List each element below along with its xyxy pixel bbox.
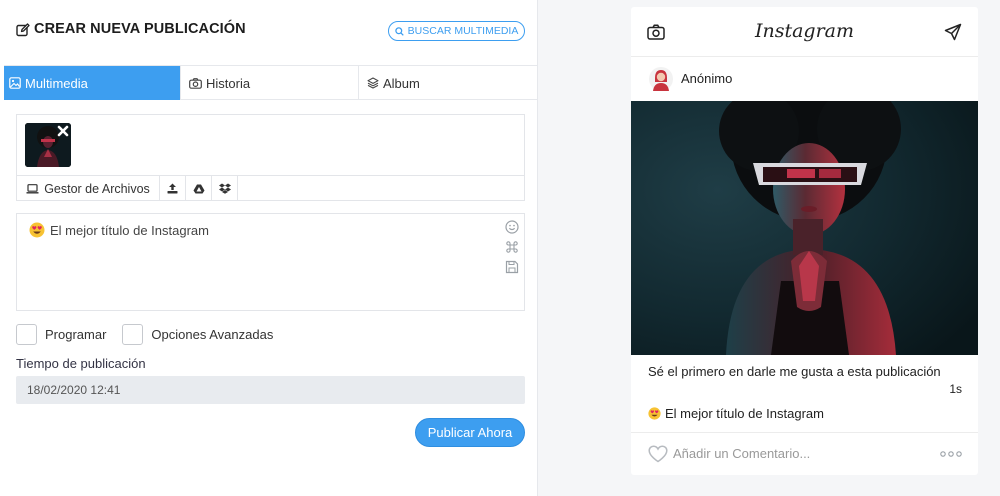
likes-text: Sé el primero en darle me gusta a esta p… [648, 364, 941, 379]
tab-historia-label: Historia [206, 75, 251, 91]
page-title: CREAR NUEVA PUBLICACIÓN [34, 21, 246, 37]
image-icon [9, 77, 21, 89]
edit-icon [16, 23, 30, 37]
tab-multimedia-label: Multimedia [25, 75, 88, 91]
comment-row [631, 433, 978, 475]
more-options-icon[interactable] [940, 451, 962, 457]
media-box: Gestor de Archivos [16, 114, 525, 201]
publish-time-label: Tiempo de publicación [16, 356, 146, 371]
save-icon[interactable] [505, 260, 519, 274]
heart-eyes-emoji [648, 407, 661, 420]
laptop-icon [26, 183, 39, 194]
caption-tools [505, 220, 519, 274]
remove-media-icon[interactable] [57, 125, 69, 137]
panel-header: CREAR NUEVA PUBLICACIÓN BUSCAR MULTIMEDI… [0, 0, 538, 64]
upload-button[interactable] [160, 176, 186, 201]
avatar [649, 66, 673, 92]
layers-icon [367, 77, 379, 89]
caption-content[interactable]: El mejor título de Instagram [29, 222, 209, 238]
media-toolbar: Gestor de Archivos [17, 175, 524, 201]
post-author: Anónimo [631, 57, 978, 101]
send-icon [944, 23, 962, 41]
post-caption-text: El mejor título de Instagram [665, 406, 824, 421]
heart-eyes-emoji [29, 222, 45, 238]
search-media-label: BUSCAR MULTIMEDIA [407, 25, 519, 37]
command-icon[interactable] [505, 240, 519, 254]
advanced-options-label: Opciones Avanzadas [151, 327, 274, 342]
post-time: 1s [949, 382, 962, 396]
post-image [631, 101, 978, 355]
heart-icon[interactable] [648, 445, 668, 463]
tab-multimedia[interactable]: Multimedia [4, 66, 181, 100]
file-manager-label: Gestor de Archivos [44, 181, 150, 196]
tab-album[interactable]: Album [359, 66, 536, 100]
advanced-options-option[interactable]: Opciones Avanzadas [122, 324, 273, 345]
instagram-preview-card: Instagram Anónimo Sé el primero en darle… [631, 7, 978, 475]
tab-historia[interactable]: Historia [181, 66, 359, 100]
search-media-button[interactable]: BUSCAR MULTIMEDIA [388, 21, 525, 41]
publish-now-button[interactable]: Publicar Ahora [415, 418, 525, 447]
publish-time-input[interactable] [16, 376, 525, 404]
upload-icon [167, 183, 178, 194]
search-icon [394, 26, 404, 36]
schedule-checkbox[interactable] [16, 324, 37, 345]
schedule-label: Programar [45, 327, 107, 342]
dropbox-button[interactable] [212, 176, 238, 201]
media-type-tabs: Multimedia Historia Album [4, 65, 537, 100]
dropbox-icon [218, 183, 231, 194]
google-drive-button[interactable] [186, 176, 212, 201]
advanced-options-checkbox[interactable] [122, 324, 144, 345]
emoji-smile-icon[interactable] [505, 220, 519, 234]
instagram-header: Instagram [631, 7, 978, 57]
caption-text: El mejor título de Instagram [50, 222, 209, 238]
camera-icon [189, 77, 202, 89]
post-options: Programar Opciones Avanzadas [16, 324, 273, 345]
instagram-logo: Instagram [754, 20, 855, 42]
caption-field[interactable]: El mejor título de Instagram [16, 213, 525, 311]
post-username: Anónimo [681, 71, 733, 86]
schedule-option[interactable]: Programar [16, 324, 106, 345]
post-caption: El mejor título de Instagram [648, 406, 824, 421]
file-manager-button[interactable]: Gestor de Archivos [17, 176, 160, 201]
tab-album-label: Album [383, 75, 420, 91]
comment-input[interactable] [673, 442, 923, 464]
create-post-panel: CREAR NUEVA PUBLICACIÓN BUSCAR MULTIMEDI… [0, 0, 538, 496]
media-thumbnail[interactable] [25, 123, 71, 167]
google-drive-icon [193, 184, 205, 194]
